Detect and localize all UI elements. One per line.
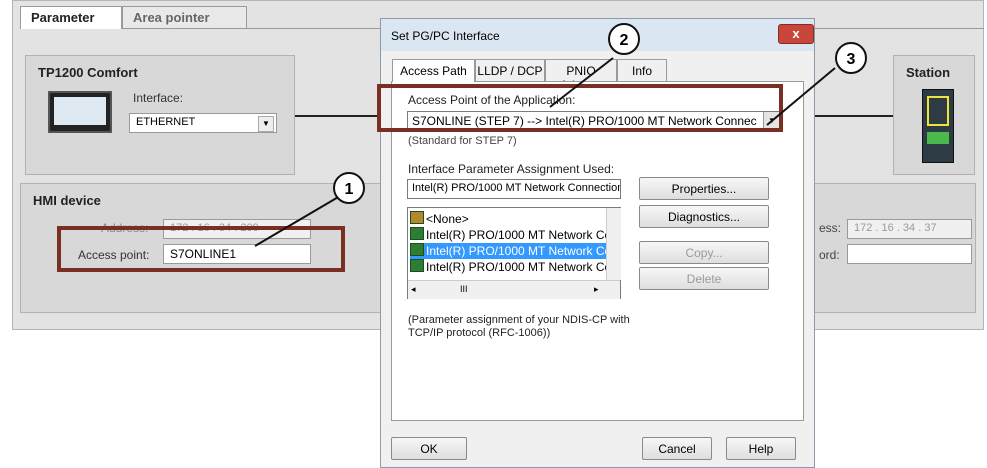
callout-3: 3 — [835, 42, 867, 74]
callout-2: 2 — [608, 23, 640, 55]
callout-leaders — [254, 57, 836, 247]
callout-1: 1 — [333, 172, 365, 204]
